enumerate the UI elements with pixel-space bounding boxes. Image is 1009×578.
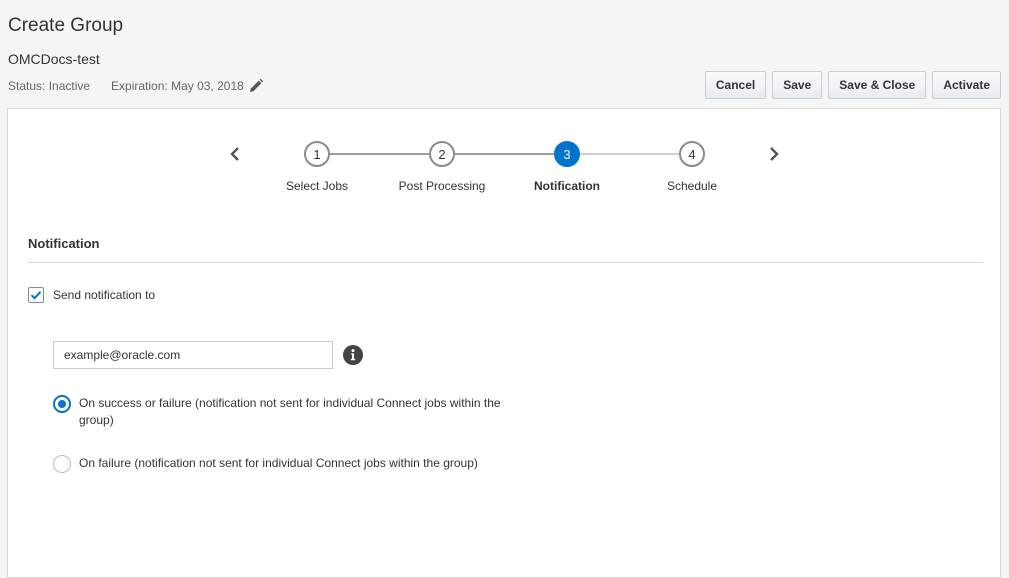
train-step-4[interactable]: 4 bbox=[679, 141, 705, 167]
send-notification-label[interactable]: Send notification to bbox=[53, 288, 155, 302]
group-name: OMCDocs-test bbox=[8, 51, 100, 67]
activate-button[interactable]: Activate bbox=[932, 71, 1001, 99]
checkmark-icon bbox=[30, 291, 42, 300]
chevron-right-icon[interactable] bbox=[764, 140, 784, 168]
train-connector bbox=[330, 153, 429, 155]
section-title: Notification bbox=[28, 236, 100, 251]
train-step-1[interactable]: 1 bbox=[304, 141, 330, 167]
status-row: Status: Inactive Expiration: May 03, 201… bbox=[8, 78, 264, 94]
step-train: 1 2 3 4 Select Jobs Post Processing Noti… bbox=[8, 109, 1000, 209]
expiration-text: Expiration: May 03, 2018 bbox=[111, 79, 244, 93]
train-step-3[interactable]: 3 bbox=[554, 141, 580, 167]
page-title: Create Group bbox=[8, 15, 124, 36]
train-connector bbox=[580, 153, 679, 155]
email-field[interactable] bbox=[53, 341, 333, 369]
chevron-left-icon[interactable] bbox=[225, 140, 245, 168]
radio-option-failure: On failure (notification not sent for in… bbox=[53, 455, 509, 473]
radio-button[interactable] bbox=[53, 395, 71, 413]
train-step-label[interactable]: Post Processing bbox=[377, 179, 507, 193]
pencil-icon[interactable] bbox=[248, 78, 264, 94]
radio-option-success-failure: On success or failure (notification not … bbox=[53, 395, 509, 429]
cancel-button[interactable]: Cancel bbox=[704, 71, 767, 99]
radio-label[interactable]: On failure (notification not sent for in… bbox=[79, 455, 509, 472]
save-button[interactable]: Save bbox=[772, 71, 823, 99]
send-notification-row: Send notification to bbox=[28, 287, 155, 303]
train-step-label[interactable]: Notification bbox=[502, 179, 632, 193]
toolbar: Cancel Save Save & Close Activate bbox=[704, 71, 1001, 99]
train-step-label[interactable]: Schedule bbox=[627, 179, 757, 193]
train-step-2[interactable]: 2 bbox=[429, 141, 455, 167]
send-notification-checkbox[interactable] bbox=[28, 287, 44, 303]
radio-label[interactable]: On success or failure (notification not … bbox=[79, 395, 509, 429]
train-connector bbox=[455, 153, 554, 155]
radio-button[interactable] bbox=[53, 455, 71, 473]
status-text: Status: Inactive bbox=[8, 79, 91, 93]
main-panel: 1 2 3 4 Select Jobs Post Processing Noti… bbox=[7, 108, 1001, 578]
info-icon[interactable] bbox=[343, 345, 363, 365]
divider bbox=[28, 262, 983, 263]
train-step-label[interactable]: Select Jobs bbox=[252, 179, 382, 193]
save-close-button[interactable]: Save & Close bbox=[828, 71, 927, 99]
